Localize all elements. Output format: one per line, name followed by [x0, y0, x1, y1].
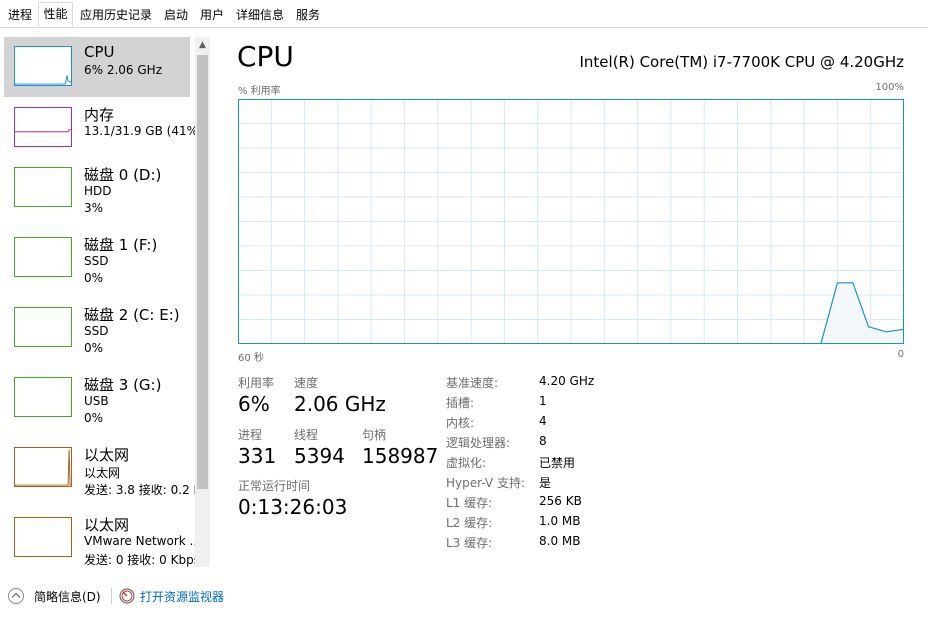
- sidebar-item-memory[interactable]: 内存 13.1/31.9 GB (41%): [4, 98, 203, 158]
- disk-3-mini-graph: [14, 377, 72, 417]
- sidebar-item-disk-1[interactable]: 磁盘 1 (F:) SSD 0%: [4, 228, 190, 288]
- sidebar-item-vmware-ethernet[interactable]: 以太网 VMware Network ... 发送: 0 接收: 0 Kbps: [4, 508, 201, 567]
- chevron-up-icon[interactable]: [8, 588, 24, 604]
- sidebar-item-title: 磁盘 0 (D:): [84, 166, 162, 184]
- memory-mini-graph: [14, 107, 72, 147]
- footer-divider: [111, 588, 112, 604]
- property-label: 内核:: [446, 416, 475, 430]
- tab-users[interactable]: 用户: [195, 3, 229, 26]
- property-value: 1: [539, 394, 547, 408]
- disk-2-mini-graph: [14, 307, 72, 347]
- tab-services[interactable]: 服务: [291, 3, 325, 26]
- speed-value: 2.06 GHz: [294, 392, 386, 416]
- sidebar-item-disk-0[interactable]: 磁盘 0 (D:) HDD 3%: [4, 158, 190, 218]
- property-label: L2 缓存:: [446, 516, 493, 530]
- scroll-up-arrow-icon[interactable]: ▲: [195, 37, 210, 53]
- sidebar-item-disk-3[interactable]: 磁盘 3 (G:) USB 0%: [4, 368, 190, 428]
- sidebar-item-value: 发送: 0 接收: 0 Kbps: [84, 553, 200, 567]
- sidebar-item-value: 0%: [84, 341, 104, 355]
- utilization-label: 利用率: [238, 376, 275, 390]
- speed-label: 速度: [294, 376, 319, 390]
- utilization-value: 6%: [238, 392, 270, 416]
- resource-monitor-icon[interactable]: [119, 588, 135, 604]
- sidebar-item-value: 0%: [84, 411, 104, 425]
- cpu-model-name: Intel(R) Core(TM) i7-7700K CPU @ 4.20GHz: [579, 53, 904, 71]
- property-value: 1.0 MB: [539, 514, 581, 528]
- property-label: 逻辑处理器:: [446, 436, 511, 450]
- sidebar-item-title: CPU: [84, 43, 115, 61]
- tab-bar: 进程 性能 应用历史记录 启动 用户 详细信息 服务: [0, 0, 928, 28]
- sidebar-item-subtitle: 以太网: [84, 466, 121, 480]
- sidebar-item-subtitle: USB: [84, 394, 109, 408]
- sidebar-item-title: 内存: [84, 106, 115, 124]
- sidebar-item-disk-2[interactable]: 磁盘 2 (C: E:) SSD 0%: [4, 298, 190, 358]
- vmware-ethernet-mini-graph: [14, 517, 72, 557]
- graph-grid: [238, 99, 904, 344]
- x-axis-left-label: 60 秒: [238, 353, 264, 364]
- sidebar-item-title: 以太网: [84, 446, 130, 464]
- resource-sidebar: CPU 6% 2.06 GHz 内存 13.1/31.9 GB (41%) 磁盘…: [0, 37, 212, 567]
- property-label: L3 缓存:: [446, 536, 493, 550]
- cpu-mini-graph: [14, 46, 72, 86]
- property-value: 已禁用: [539, 456, 576, 470]
- sidebar-item-title: 以太网: [84, 516, 130, 534]
- tab-startup[interactable]: 启动: [159, 3, 193, 26]
- property-value: 4.20 GHz: [539, 374, 595, 388]
- sidebar-item-value: 0%: [84, 271, 104, 285]
- sidebar-item-subtitle: SSD: [84, 254, 109, 268]
- x-axis-right-label: 0: [897, 349, 904, 360]
- property-label: 虚拟化:: [446, 456, 487, 470]
- sidebar-item-subtitle: 13.1/31.9 GB (41%): [84, 124, 203, 138]
- uptime-label: 正常运行时间: [238, 479, 311, 493]
- sidebar-scrollbar[interactable]: ▲: [195, 37, 210, 567]
- disk-1-mini-graph: [14, 237, 72, 277]
- property-value: 8: [539, 434, 547, 448]
- sidebar-item-cpu[interactable]: CPU 6% 2.06 GHz: [4, 37, 190, 97]
- handles-value: 158987: [362, 444, 439, 468]
- handles-label: 句柄: [362, 428, 387, 442]
- property-label: 插槽:: [446, 396, 475, 410]
- threads-label: 线程: [294, 428, 319, 442]
- property-label: 基准速度:: [446, 376, 499, 390]
- sidebar-item-subtitle: 6% 2.06 GHz: [84, 63, 163, 77]
- disk-0-mini-graph: [14, 167, 72, 207]
- uptime-value: 0:13:26:03: [238, 495, 348, 519]
- property-value: 是: [539, 476, 552, 490]
- footer: 简略信息(D) 打开资源监视器: [0, 580, 928, 621]
- page-title: CPU: [237, 40, 294, 73]
- property-value: 256 KB: [539, 494, 582, 508]
- sidebar-item-subtitle: VMware Network ...: [84, 534, 201, 548]
- y-axis-label: % 利用率: [238, 86, 281, 97]
- property-value: 4: [539, 414, 547, 428]
- sidebar-item-subtitle: HDD: [84, 184, 112, 198]
- property-value: 8.0 MB: [539, 534, 581, 548]
- y-axis-max-label: 100%: [875, 82, 904, 93]
- ethernet-mini-graph: [14, 447, 72, 487]
- open-resource-monitor-link[interactable]: 打开资源监视器: [140, 588, 224, 605]
- processes-value: 331: [238, 444, 277, 468]
- threads-value: 5394: [294, 444, 345, 468]
- property-label: Hyper-V 支持:: [446, 476, 525, 490]
- tab-performance[interactable]: 性能: [38, 2, 73, 27]
- sidebar-item-title: 磁盘 1 (F:): [84, 236, 158, 254]
- sidebar-item-title: 磁盘 3 (G:): [84, 376, 162, 394]
- cpu-utilization-graph: [238, 99, 904, 344]
- scrollbar-thumb[interactable]: [197, 55, 208, 489]
- sidebar-item-value: 3%: [84, 201, 104, 215]
- sidebar-item-title: 磁盘 2 (C: E:): [84, 306, 180, 324]
- tab-app-history[interactable]: 应用历史记录: [75, 3, 157, 26]
- property-label: L1 缓存:: [446, 496, 493, 510]
- sidebar-item-ethernet[interactable]: 以太网 以太网 发送: 3.8 接收: 0.2 M: [4, 438, 204, 498]
- tab-processes[interactable]: 进程: [4, 3, 36, 26]
- tab-details[interactable]: 详细信息: [231, 3, 289, 26]
- fewer-details-button[interactable]: 简略信息(D): [34, 588, 101, 605]
- sidebar-item-subtitle: SSD: [84, 324, 109, 338]
- processes-label: 进程: [238, 428, 263, 442]
- sidebar-item-value: 发送: 3.8 接收: 0.2 M: [84, 483, 204, 497]
